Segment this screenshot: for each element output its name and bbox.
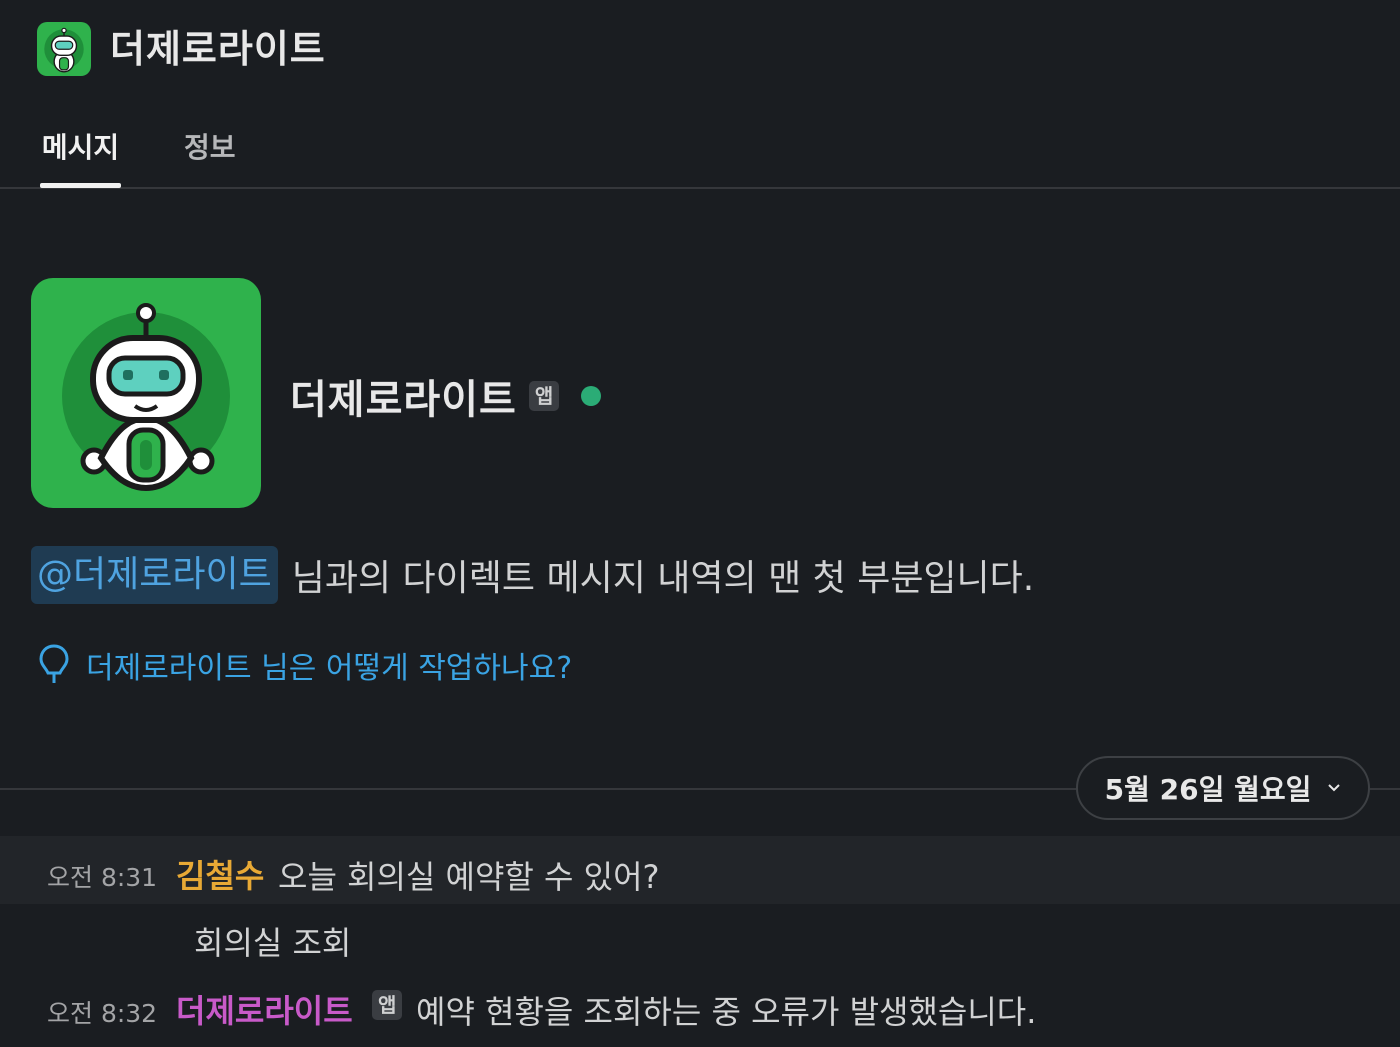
message-text: 예약 현황을 조회하는 중 오류가 발생했습니다. (416, 993, 1037, 1031)
message-text: 회의실 조회 (194, 924, 352, 962)
message-timestamp[interactable]: 오전 8:31 (47, 858, 157, 894)
channel-header: 더제로라이트 (0, 0, 1400, 100)
app-badge: 앱 (372, 990, 403, 1020)
chevron-down-icon (1328, 784, 1341, 792)
app-badge: 앱 (528, 381, 560, 411)
app-window: 더제로라이트 메시지 정보 더제로라이트 앱 @더제로라이트 님과의 다이렉트 … (0, 0, 1400, 1047)
message-sender[interactable]: 더제로라이트 (176, 986, 353, 1032)
tab-bar: 메시지 정보 (0, 112, 1400, 189)
how-it-works-text: 더제로라이트 님은 어떻게 작업하나요? (86, 651, 573, 686)
date-jump-button[interactable]: 5월 26일 월요일 (1076, 756, 1370, 820)
bot-mention-link[interactable]: @더제로라이트 (31, 546, 278, 604)
date-label: 5월 26일 월요일 (1104, 773, 1312, 806)
conversation-intro: @더제로라이트 님과의 다이렉트 메시지 내역의 맨 첫 부분입니다. (31, 545, 1034, 605)
presence-online-icon (581, 386, 602, 406)
robot-icon[interactable] (37, 22, 91, 76)
message-sender[interactable]: 김철수 (176, 851, 264, 897)
app-badge-wrapper: 앱 (372, 990, 403, 1020)
message-row[interactable]: 회의실 조회 (0, 904, 1400, 972)
tab-info[interactable]: 정보 (184, 126, 236, 186)
message-text: 오늘 회의실 예약할 수 있어? (278, 858, 660, 896)
message-row[interactable]: 오전 8:31 김철수 오늘 회의실 예약할 수 있어? (0, 836, 1400, 904)
intro-text: 님과의 다이렉트 메시지 내역의 맨 첫 부분입니다. (291, 558, 1035, 599)
lightbulb-icon (39, 644, 69, 683)
bot-name[interactable]: 더제로라이트 (290, 367, 517, 425)
how-it-works-link[interactable]: 더제로라이트 님은 어떻게 작업하나요? (38, 640, 572, 690)
bot-avatar[interactable] (31, 278, 261, 508)
message-row[interactable]: 오전 8:32 더제로라이트 앱 예약 현황을 조회하는 중 오류가 발생했습니… (0, 972, 1400, 1042)
bot-name-row: 더제로라이트 앱 (290, 366, 602, 426)
message-timestamp[interactable]: 오전 8:32 (47, 994, 157, 1030)
channel-title[interactable]: 더제로라이트 (110, 22, 326, 76)
robot-icon (62, 303, 230, 492)
tab-messages[interactable]: 메시지 (40, 126, 121, 188)
